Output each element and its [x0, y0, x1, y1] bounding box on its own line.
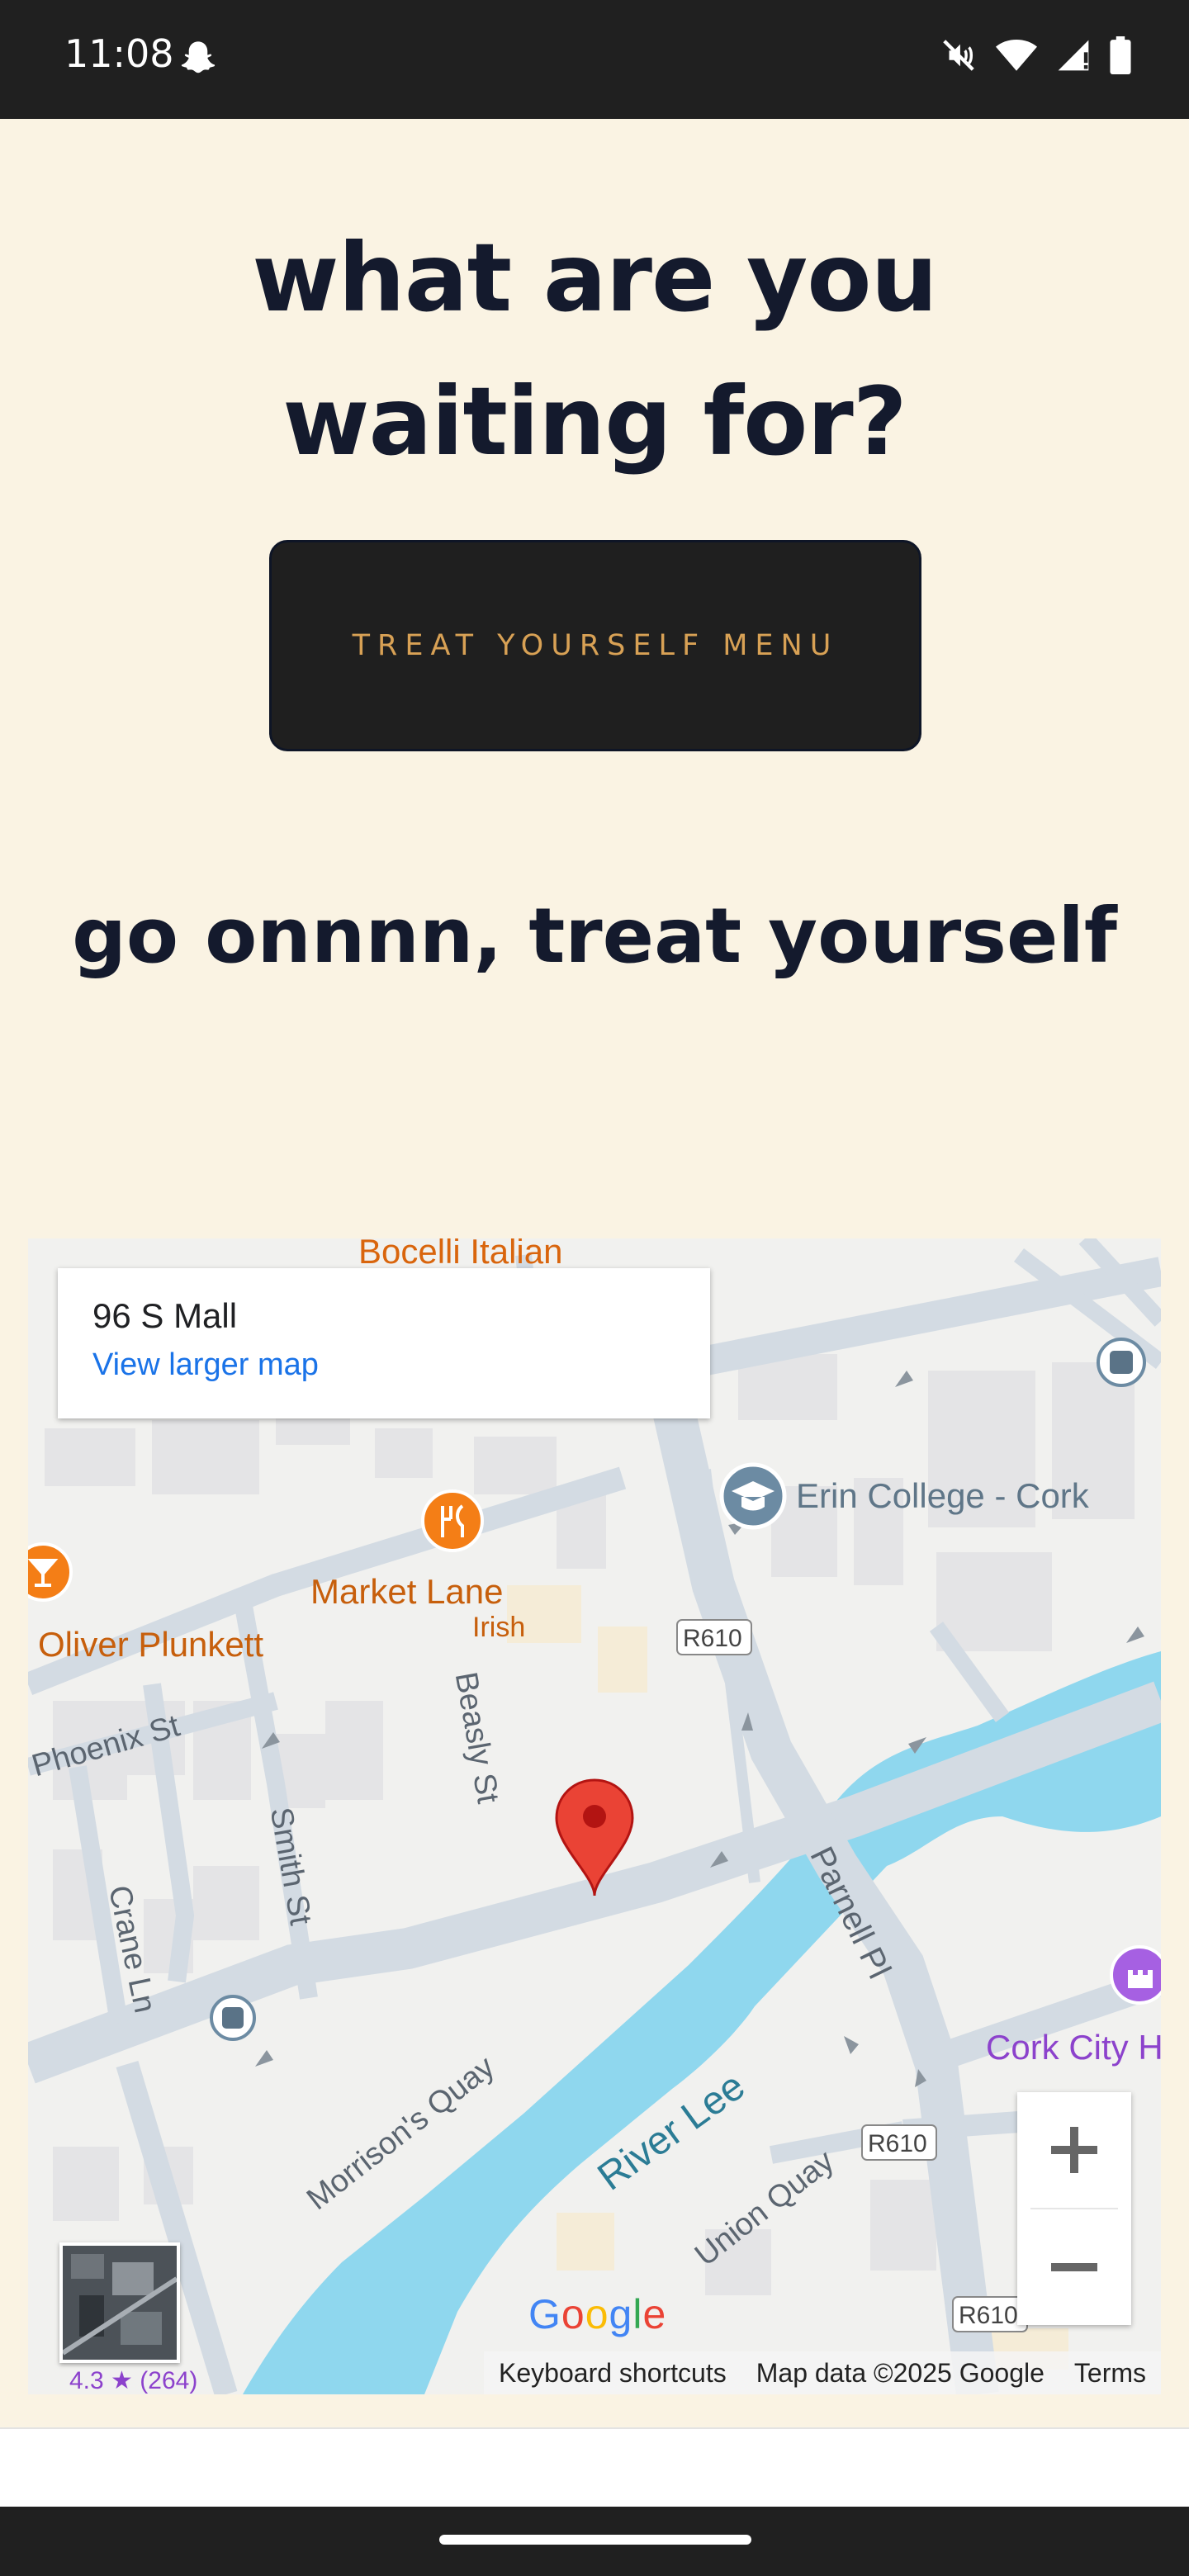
map-attribution-bar: Keyboard shortcuts Map data ©2025 Google…: [484, 2351, 1161, 2394]
navigation-bar: [0, 2507, 1189, 2576]
keyboard-shortcuts-link[interactable]: Keyboard shortcuts: [484, 2358, 741, 2389]
wifi-icon: [996, 39, 1037, 71]
snapchat-icon: [181, 41, 216, 73]
embedded-map[interactable]: R610 R610 R610 Bocelli Italian Erin Coll…: [28, 1238, 1161, 2394]
map-data-attribution: Map data ©2025 Google: [756, 2357, 1045, 2388]
zoom-out-button[interactable]: [1017, 2209, 1131, 2325]
bar-marker-icon[interactable]: [28, 1542, 73, 1602]
poi-label-oliver-plunkett[interactable]: Oliver Plunkett: [38, 1625, 263, 1664]
subtitle: go onnnn, treat yourself: [72, 892, 1117, 980]
battery-icon: [1110, 36, 1131, 74]
landmark-marker-icon[interactable]: [1110, 1945, 1161, 2005]
terms-link[interactable]: Terms: [1059, 2358, 1161, 2389]
hero-title: what are you waiting for?: [252, 223, 938, 476]
treat-yourself-menu-button[interactable]: TREAT YOURSELF MENU: [269, 540, 921, 751]
status-time: 11:08: [64, 31, 174, 76]
restaurant-marker-icon[interactable]: [421, 1489, 484, 1552]
poi-label-market-lane-type: Irish: [472, 1612, 526, 1643]
home-gesture-handle[interactable]: [439, 2535, 751, 2545]
poi-label-erin-college[interactable]: Erin College - Cork: [796, 1476, 1089, 1516]
poi-label-bocelli[interactable]: Bocelli Italian: [358, 1238, 562, 1271]
page-footer-strip: [0, 2427, 1189, 2508]
school-marker-icon[interactable]: [719, 1462, 787, 1530]
poi-rating-label: 4.3 ★ (264): [69, 2367, 198, 2394]
bus-stop-icon-2[interactable]: [210, 1995, 256, 2041]
r610-label-2: R610: [868, 2130, 927, 2157]
cell-signal-icon: [1058, 40, 1089, 71]
minus-icon: [1051, 2263, 1097, 2271]
status-bar: 11:08: [0, 0, 1189, 119]
satellite-view-toggle[interactable]: [59, 2242, 180, 2363]
view-larger-map-link[interactable]: View larger map: [92, 1347, 319, 1383]
satellite-thumbnail-icon: [63, 2246, 177, 2360]
zoom-controls: [1017, 2092, 1131, 2325]
map-address: 96 S Mall: [92, 1296, 238, 1335]
r610-label-1: R610: [683, 1625, 742, 1652]
bus-stop-icon[interactable]: [1097, 1338, 1146, 1387]
google-logo: Google: [528, 2291, 667, 2337]
vibrate-mute-icon: [943, 40, 974, 71]
plus-icon: [1051, 2127, 1097, 2173]
map-info-card: 96 S Mall View larger map: [58, 1268, 710, 1418]
r610-label-3: R610: [959, 2302, 1018, 2329]
poi-label-cork-city-hall[interactable]: Cork City H: [986, 2028, 1161, 2067]
zoom-in-button[interactable]: [1017, 2092, 1131, 2208]
poi-label-market-lane[interactable]: Market Lane: [310, 1572, 503, 1612]
